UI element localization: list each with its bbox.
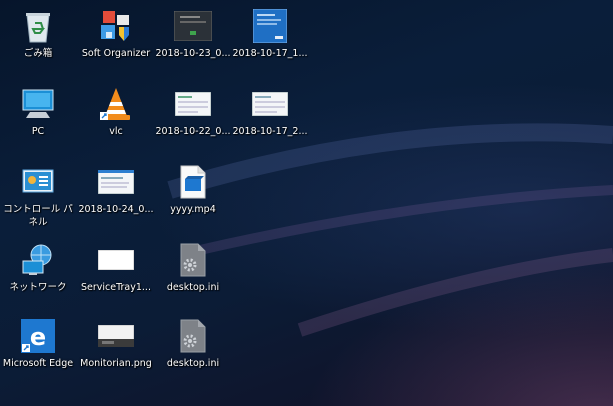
icon-label: 2018-10-22_0... <box>155 126 231 137</box>
svg-text:e: e <box>30 323 46 351</box>
edge-browser-icon: e <box>14 317 62 355</box>
icon-label: vlc <box>109 126 123 137</box>
icon-label: desktop.ini <box>166 282 220 293</box>
image-thumbnail-icon <box>246 7 294 45</box>
pc-monitor-icon <box>14 85 62 123</box>
icon-label: Monitorian.png <box>80 358 152 369</box>
image-thumbnail-icon <box>169 7 217 45</box>
desktop-icon-desktop-ini-2[interactable]: desktop.ini <box>155 314 231 386</box>
desktop-icon-screenshot-2018-10-17-1[interactable]: 2018-10-17_1... <box>232 4 308 76</box>
desktop-icon-yyyy-mp4[interactable]: yyyy.mp4 <box>155 160 231 232</box>
desktop-icon-screenshot-2018-10-24[interactable]: 2018-10-24_0... <box>78 160 154 232</box>
desktop-icon-pc[interactable]: PC <box>0 82 76 154</box>
desktop-icon-desktop-ini-1[interactable]: desktop.ini <box>155 238 231 310</box>
desktop-icon-monitorian[interactable]: Monitorian.png <box>78 314 154 386</box>
desktop-icon-servicetray[interactable]: ServiceTray1... <box>78 238 154 310</box>
control-panel-icon <box>14 163 62 201</box>
desktop-icon-microsoft-edge[interactable]: e Microsoft Edge <box>0 314 76 386</box>
settings-file-icon <box>169 241 217 279</box>
desktop-icon-recycle-bin[interactable]: ごみ箱 <box>0 4 76 76</box>
icon-label: PC <box>31 126 45 137</box>
soft-organizer-icon <box>92 7 140 45</box>
image-thumbnail-icon <box>246 85 294 123</box>
desktop-icon-vlc[interactable]: vlc <box>78 82 154 154</box>
icon-label: ごみ箱 <box>23 48 53 59</box>
video-file-icon <box>169 163 217 201</box>
desktop-icon-soft-organizer[interactable]: Soft Organizer <box>78 4 154 76</box>
icon-label: 2018-10-17_1... <box>232 48 308 59</box>
icon-label: yyyy.mp4 <box>170 204 216 215</box>
recycle-bin-icon <box>14 7 62 45</box>
desktop-icon-network[interactable]: ネットワーク <box>0 238 76 310</box>
image-thumbnail-icon <box>92 163 140 201</box>
icon-label: 2018-10-24_0... <box>78 204 154 215</box>
desktop-icon-screenshot-2018-10-22[interactable]: 2018-10-22_0... <box>155 82 231 154</box>
network-globe-icon <box>14 241 62 279</box>
icon-label: ネットワーク <box>9 282 67 293</box>
image-thumbnail-icon <box>92 241 140 279</box>
icon-label: ServiceTray1... <box>81 282 151 293</box>
icon-label: 2018-10-23_0... <box>155 48 231 59</box>
icon-label: コントロール パネル <box>3 204 73 228</box>
desktop-icon-screenshot-2018-10-23[interactable]: 2018-10-23_0... <box>155 4 231 76</box>
icon-label: 2018-10-17_2... <box>232 126 308 137</box>
desktop-icon-screenshot-2018-10-17-2[interactable]: 2018-10-17_2... <box>232 82 308 154</box>
icon-label: desktop.ini <box>166 358 220 369</box>
settings-file-icon <box>169 317 217 355</box>
desktop-icon-control-panel[interactable]: コントロール パネル <box>0 160 76 232</box>
icon-label: Soft Organizer <box>81 48 151 59</box>
vlc-cone-icon <box>92 85 140 123</box>
image-thumbnail-icon <box>92 317 140 355</box>
image-thumbnail-icon <box>169 85 217 123</box>
icon-label: Microsoft Edge <box>2 358 74 369</box>
